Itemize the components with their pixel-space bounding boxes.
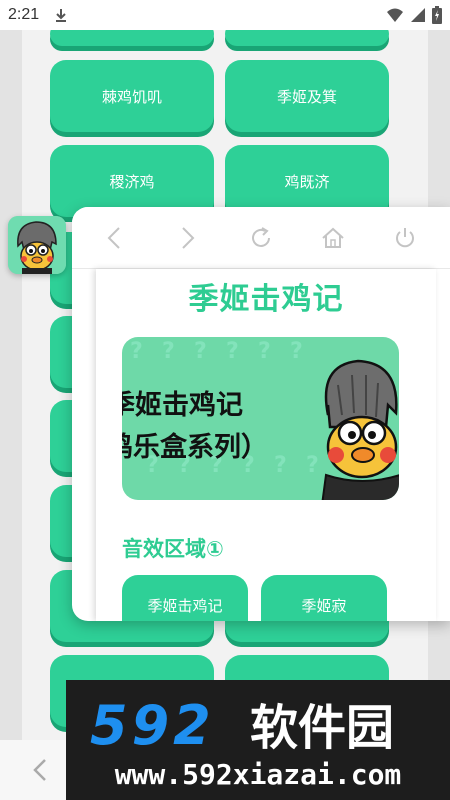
question-mark-icon: ?	[258, 339, 271, 364]
bg-button-1[interactable]: 棘鸡饥叽	[50, 60, 214, 132]
home-icon[interactable]	[320, 225, 346, 251]
refresh-icon[interactable]	[248, 225, 274, 251]
bg-button-2[interactable]: 季姬及箕	[225, 60, 389, 132]
sound-button-label: 季姬击鸡记	[147, 596, 223, 615]
signal-icon	[411, 8, 425, 22]
nav-back-icon[interactable]	[30, 758, 50, 782]
banner-title-line2: 鸡乐盒系列）	[122, 432, 268, 463]
wifi-icon	[387, 8, 403, 22]
banner-title-line1: 季姬击鸡记	[122, 390, 243, 421]
web-page-content: 季姬击鸡记 ? ? ? ? ? ? ? ? ? ? ? ? 季姬击鸡记 鸡乐盒系…	[96, 269, 436, 621]
floating-browser-window: 季姬击鸡记 ? ? ? ? ? ? ? ? ? ? ? ? 季姬击鸡记 鸡乐盒系…	[72, 207, 450, 621]
duck-mascot-icon	[321, 359, 399, 500]
question-mark-icon: ?	[130, 339, 143, 364]
back-icon[interactable]	[102, 225, 128, 251]
bg-button-label: 季姬及箕	[276, 87, 337, 106]
question-mark-icon: ?	[290, 339, 303, 364]
question-mark-icon: ?	[162, 339, 175, 364]
svg-text:软件园: 软件园	[250, 700, 394, 754]
battery-icon	[432, 6, 442, 24]
banner-image: ? ? ? ? ? ? ? ? ? ? ? ? 季姬击鸡记 鸡乐盒系列）	[122, 337, 399, 500]
sound-button-1[interactable]: 季姬击鸡记	[122, 575, 248, 621]
section-title: 音效区域①	[122, 537, 224, 561]
bg-button-label: 稷济鸡	[109, 172, 155, 191]
sound-button-label: 季姬寂	[301, 596, 347, 615]
download-icon	[56, 9, 67, 22]
svg-text:592: 592	[90, 694, 215, 754]
site-watermark: 592 软件园 www.592xiazai.com	[66, 680, 450, 800]
question-mark-icon: ?	[226, 339, 239, 364]
forward-icon[interactable]	[174, 225, 200, 251]
background-margin-left	[0, 30, 22, 740]
browser-toolbar	[72, 207, 450, 269]
watermark-logo: 592 软件园	[90, 694, 394, 754]
status-time: 2:21	[8, 6, 40, 23]
duck-avatar-icon	[8, 216, 66, 274]
watermark-url: www.592xiazai.com	[114, 758, 402, 791]
question-mark-icon: ?	[194, 339, 207, 364]
page-title: 季姬击鸡记	[188, 282, 344, 317]
sound-button-2[interactable]: 季姬寂	[261, 575, 387, 621]
status-bar: 2:21	[0, 0, 450, 30]
question-mark-icon: ?	[274, 453, 287, 478]
power-icon[interactable]	[392, 225, 418, 251]
bg-button-label: 鸡既济	[284, 172, 330, 191]
bg-button-label: 棘鸡饥叽	[101, 87, 162, 106]
floating-avatar-button[interactable]	[8, 216, 66, 274]
